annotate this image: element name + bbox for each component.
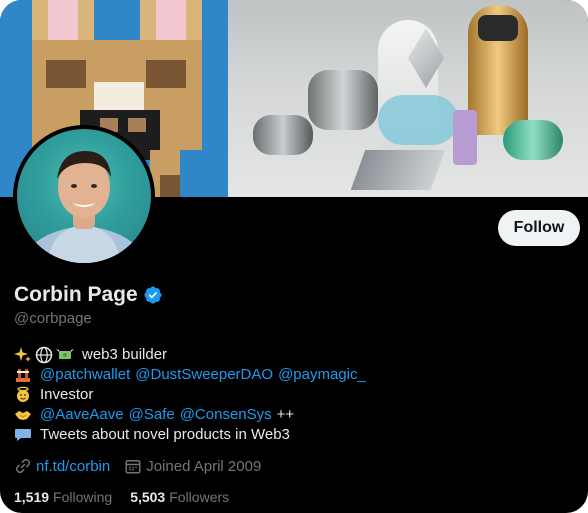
following-stat[interactable]: 1,519 Following [14, 489, 112, 505]
mention-dustsweeperdao[interactable]: @DustSweeperDAO [135, 365, 273, 385]
profile-card: Follow Corbin Page @corbpage web3 builde… [0, 0, 588, 513]
avatar-portrait [22, 151, 146, 263]
website-link[interactable]: nf.td/corbin [36, 458, 110, 475]
bio-line-partners: @AaveAave @Safe @ConsenSys ++ [14, 405, 366, 425]
joined-item: Joined April 2009 [124, 457, 261, 475]
mention-paymagic[interactable]: @paymagic_ [278, 365, 366, 385]
speech-balloon-icon [15, 429, 31, 441]
following-count: 1,519 [14, 489, 50, 505]
display-name: Corbin Page [14, 283, 138, 306]
bio-plusplus-text: ++ [276, 406, 295, 423]
followers-stat[interactable]: 5,503 Followers [130, 489, 229, 505]
bio-line-investor: Investor [14, 385, 366, 405]
calendar-icon [125, 460, 141, 474]
avatar[interactable] [17, 129, 151, 263]
bio-line-projects: @patchwallet @DustSweeperDAO @paymagic_ [14, 365, 366, 385]
mention-patchwallet[interactable]: @patchwallet [40, 365, 130, 385]
followers-label: Followers [169, 489, 230, 505]
profile-meta-row: nf.td/corbin Joined April 2009 [14, 457, 275, 475]
bio-line-tweets: Tweets about novel products in Web3 [14, 425, 366, 445]
verified-badge-icon[interactable] [143, 285, 163, 305]
mention-aaveaave[interactable]: @AaveAave [40, 405, 124, 425]
following-label: Following [53, 489, 113, 505]
display-name-row: Corbin Page [14, 283, 163, 307]
follow-stats: 1,519 Following 5,503 Followers [14, 489, 247, 505]
mention-safe[interactable]: @Safe [129, 405, 175, 425]
followers-count: 5,503 [130, 489, 166, 505]
sparkles-icon [14, 347, 31, 362]
bio-tweets-text: Tweets about novel products in Web3 [40, 426, 290, 443]
3d-collectibles-artwork [228, 0, 588, 197]
mention-consensys[interactable]: @ConsenSys [180, 405, 272, 425]
link-icon [15, 458, 31, 474]
bio-line-builder: web3 builder [14, 345, 366, 365]
construction-icon [16, 369, 30, 382]
handshake-icon [15, 411, 31, 420]
bio-builder-text: web3 builder [82, 346, 168, 363]
profile-bio: web3 builder @patchwallet @DustSweeperDA… [14, 345, 366, 445]
globe-icon [35, 346, 53, 364]
money-with-wings-icon [56, 349, 74, 359]
follow-button[interactable]: Follow [498, 210, 580, 246]
angel-icon [17, 386, 29, 402]
joined-date: Joined April 2009 [146, 457, 262, 475]
website-item: nf.td/corbin [14, 457, 110, 475]
username-handle: @corbpage [14, 310, 92, 327]
bio-investor-text: Investor [40, 386, 94, 403]
